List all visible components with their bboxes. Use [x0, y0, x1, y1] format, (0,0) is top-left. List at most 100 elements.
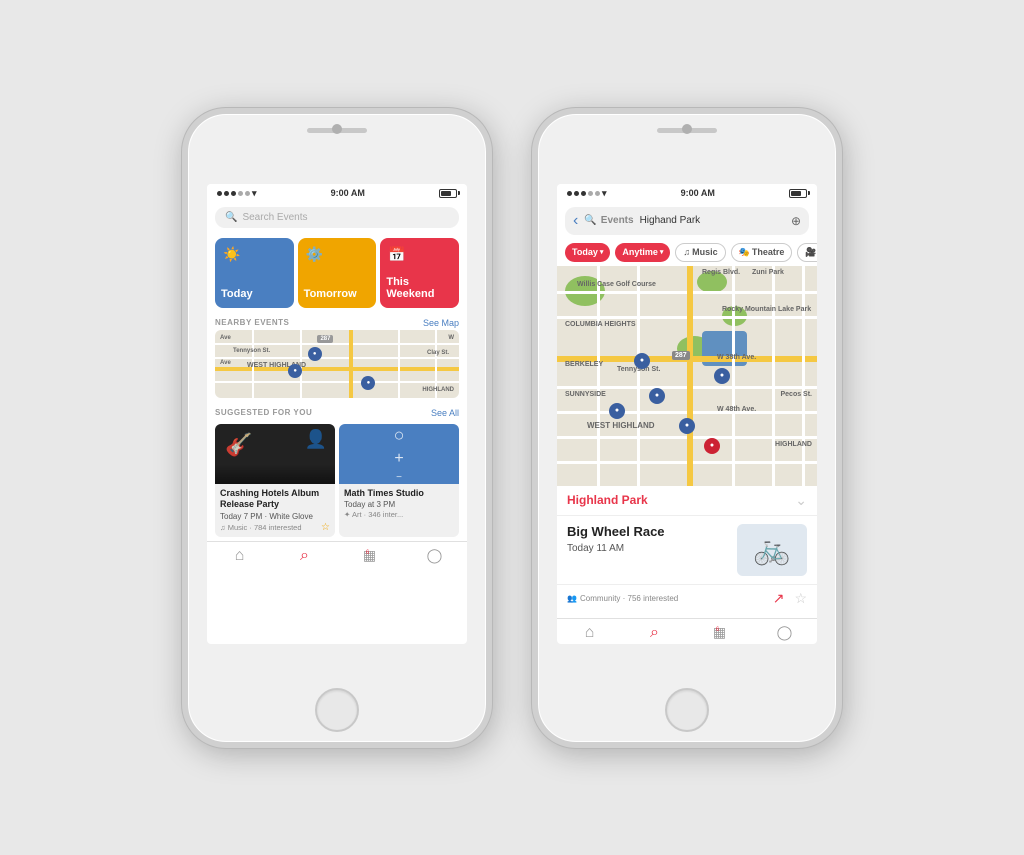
- tab-profile-left[interactable]: ◯: [402, 547, 467, 565]
- tab-calendar-left[interactable]: ▦ 6: [337, 547, 402, 565]
- see-all-link[interactable]: See All: [431, 408, 459, 418]
- fmap-pin-5: ●: [714, 368, 730, 384]
- full-map[interactable]: Regis Blvd. Zuni Park COLUMBIA HEIGHTS B…: [557, 266, 817, 486]
- suggested-header: SUGGESTED FOR YOU See All: [207, 404, 467, 420]
- star-icon-right[interactable]: ☆: [794, 590, 807, 607]
- time-display-left: 9:00 AM: [331, 188, 365, 198]
- fmap-label-highland: HIGHLAND: [775, 441, 812, 448]
- status-bar-right: ▾ 9:00 AM: [557, 184, 817, 203]
- event-card-1[interactable]: 🎸 👤 Crashing Hotels Album Release Party …: [215, 424, 335, 537]
- map-label-287: 287: [317, 335, 333, 343]
- category-tiles: ☀️ Today ⚙️ Tomorrow 📅 This Weekend: [207, 232, 467, 314]
- chip-anytime[interactable]: Anytime ▾: [615, 243, 670, 262]
- event-image-1: 🎸 👤: [215, 424, 335, 484]
- event-info-1: Crashing Hotels Album Release Party Toda…: [215, 484, 335, 537]
- chip-music[interactable]: ♫ Music: [675, 243, 725, 262]
- time-display-right: 9:00 AM: [681, 188, 715, 198]
- battery-icon-right: [789, 189, 807, 198]
- search-bar-right[interactable]: ‹ 🔍 Events Highand Park ⊕: [565, 207, 809, 235]
- event-detail-info: Big Wheel Race Today 11 AM: [567, 524, 729, 576]
- fmap-label-w48: W 48th Ave.: [717, 406, 756, 413]
- chevron-down-icon[interactable]: ⌄: [795, 492, 807, 509]
- tile-today[interactable]: ☀️ Today: [215, 238, 294, 308]
- signal-dot-3: [231, 191, 236, 196]
- community-icon: 👥: [567, 594, 577, 603]
- signal-dot-r3: [581, 191, 586, 196]
- tile-weekend[interactable]: 📅 This Weekend: [380, 238, 459, 308]
- event-info-2: Math Times Studio Today at 3 PM ✦ Art · …: [339, 484, 459, 524]
- event-title-1: Crashing Hotels Album Release Party: [220, 488, 330, 511]
- event-card-2[interactable]: ○ + − Math Times Studio Today at 3 PM ✦ …: [339, 424, 459, 537]
- location-section[interactable]: Highland Park ⌄: [557, 486, 817, 516]
- fmap-pin-3: ●: [649, 388, 665, 404]
- tile-tomorrow[interactable]: ⚙️ Tomorrow: [298, 238, 377, 308]
- wifi-icon-right: ▾: [602, 188, 607, 199]
- home-button-right[interactable]: [665, 688, 709, 732]
- chip-anytime-label: Anytime: [622, 247, 658, 257]
- wifi-icon: ▾: [252, 188, 257, 199]
- tab-search-left[interactable]: ⌕: [272, 547, 337, 565]
- chip-today[interactable]: Today ▾: [565, 243, 610, 262]
- chip-video[interactable]: 🎥: [797, 243, 817, 262]
- signal-dot-2: [224, 191, 229, 196]
- fmap-label-287: 287: [672, 351, 690, 360]
- tab-search-right[interactable]: ⌕: [622, 624, 687, 642]
- share-icon[interactable]: ↗: [773, 590, 785, 607]
- tab-home-left[interactable]: ⌂: [207, 547, 272, 565]
- chip-theatre-icon: 🎭: [739, 247, 750, 258]
- signal-dot-r5: [595, 191, 600, 196]
- tile-today-icon: ☀️: [223, 246, 240, 263]
- suggested-title: SUGGESTED FOR YOU: [215, 408, 312, 417]
- nearby-header: NEARBY EVENTS See Map: [207, 314, 467, 330]
- tab-calendar-right[interactable]: ▦ 6: [687, 624, 752, 642]
- fmap-rv2: [637, 266, 640, 486]
- home-button-left[interactable]: [315, 688, 359, 732]
- event-meta-text-2: ✦ Art · 346 inter...: [344, 510, 403, 519]
- fmap-rv5: [772, 266, 775, 486]
- see-map-link[interactable]: See Map: [423, 318, 459, 328]
- fmap-pin-main: ●: [704, 438, 720, 454]
- fmap-pin-4: ●: [679, 418, 695, 434]
- search-label-right: Events: [601, 215, 634, 226]
- tab-home-right[interactable]: ⌂: [557, 624, 622, 642]
- chip-theatre[interactable]: 🎭 Theatre: [731, 243, 793, 262]
- mini-map[interactable]: Ave Ave Tennyson St. WEST HIGHLAND W Cla…: [215, 330, 459, 398]
- fmap-rv1: [597, 266, 600, 486]
- search-icon-right: 🔍: [584, 215, 596, 226]
- event-cards: 🎸 👤 Crashing Hotels Album Release Party …: [207, 420, 467, 541]
- battery-icon: [439, 189, 457, 198]
- camera-left: [332, 124, 342, 134]
- signal-dot-r4: [588, 191, 593, 196]
- filter-chips: Today ▾ Anytime ▾ ♫ Music 🎭 Theatre 🎥: [557, 239, 817, 266]
- community-text: Community · 756 interested: [580, 594, 678, 603]
- tab-bar-left: ⌂ ⌕ ▦ 6 ◯: [207, 541, 467, 567]
- map-pin-1: ●: [308, 347, 322, 361]
- event-detail[interactable]: Big Wheel Race Today 11 AM 🚲: [557, 516, 817, 585]
- search-bar-left[interactable]: 🔍 Search Events: [215, 207, 459, 228]
- back-button[interactable]: ‹: [573, 212, 578, 230]
- nearby-title: NEARBY EVENTS: [215, 318, 289, 327]
- signal-dot-r1: [567, 191, 572, 196]
- fmap-label-columbia: COLUMBIA HEIGHTS: [565, 321, 636, 328]
- tile-weekend-icon: 📅: [388, 246, 405, 263]
- chip-theatre-label: Theatre: [752, 247, 785, 257]
- signal-dot-1: [217, 191, 222, 196]
- chip-today-caret: ▾: [600, 248, 604, 256]
- map-label-highland2: HIGHLAND: [422, 387, 454, 393]
- fmap-label-zuni: Zuni Park: [752, 269, 784, 276]
- event-star-1[interactable]: ☆: [321, 522, 330, 533]
- map-road-v3: [349, 330, 353, 398]
- fmap-label-sunnyside: SUNNYSIDE: [565, 391, 606, 398]
- tile-weekend-label: This Weekend: [386, 276, 453, 300]
- event-title-2: Math Times Studio: [344, 488, 454, 500]
- event-meta-text-1: ♫ Music · 784 interested: [220, 523, 302, 532]
- event-meta-2: ✦ Art · 346 inter...: [344, 510, 454, 519]
- chip-anytime-caret: ▾: [660, 248, 664, 256]
- tab-profile-right[interactable]: ◯: [752, 624, 817, 642]
- tile-tomorrow-label: Tomorrow: [304, 288, 371, 300]
- fmap-rv4: [732, 266, 735, 486]
- meta-left: 👥 Community · 756 interested: [567, 594, 678, 603]
- filter-icon-right[interactable]: ⊕: [791, 214, 801, 228]
- meta-actions: ↗ ☆: [773, 590, 807, 607]
- event-time-2: Today at 3 PM: [344, 500, 454, 509]
